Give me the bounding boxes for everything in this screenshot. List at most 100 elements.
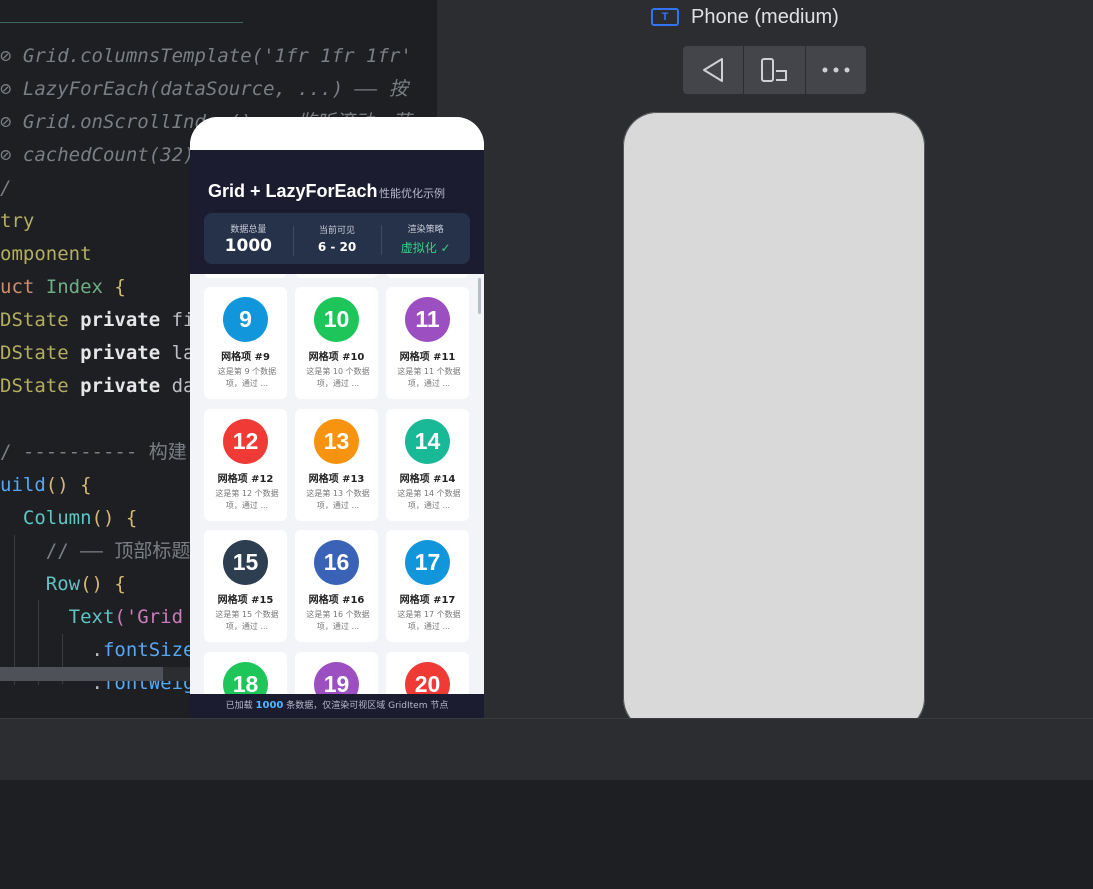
phone-frame [623,112,925,732]
grid-item-number-badge: 10 [314,297,359,342]
code-token: omponent [0,243,92,265]
code-token: private [80,309,172,331]
code-line[interactable]: Column() { [0,502,137,535]
code-token: Index [45,276,115,298]
grid-item-description: 这是第 15 个数据项，通过 ... [215,610,279,631]
grid-item-number-badge: 16 [314,540,359,585]
grid-item-card[interactable]: 12 网格项 #12 这是第 12 个数据项，通过 ... [204,409,287,521]
grid-item-card[interactable]: 11 网格项 #11 这是第 11 个数据项，通过 ... [386,287,469,399]
code-line[interactable]: omponent [0,238,92,271]
grid-item-number-badge: 18 [223,662,268,694]
stat-visible: 当前可见 6 - 20 [292,223,382,256]
stat-total: 数据总量 1000 [204,222,293,256]
text-device-icon: T [651,8,679,26]
editor-divider-line [0,22,243,23]
code-token: DState [0,375,81,397]
grid-item-number-badge: 20 [405,662,450,694]
code-token: fontSize [102,639,195,661]
grid-item-number-badge: 17 [405,540,450,585]
grid-item-card[interactable]: 20 [386,652,469,694]
app-subtitle: 性能优化示例 [379,187,445,200]
bottom-tool-bar [0,718,1093,780]
code-token: { [114,276,126,298]
grid-item-card[interactable]: 9 网格项 #9 这是第 9 个数据项，通过 ... [204,287,287,399]
previewer-panel: T Phone (medium) [437,0,1093,732]
stat-label: 数据总量 [230,224,267,235]
more-button[interactable] [806,46,866,94]
grid-item-name: 网格项 #12 [217,474,274,485]
grid-item-name: 网格项 #9 [221,352,270,363]
code-line[interactable]: uct Index { [0,271,126,304]
code-token: () { [91,507,138,529]
code-token: ⊘ Grid.columnsTemplate('1fr 1fr 1fr' [0,45,412,67]
grid-item-card-partial[interactable] [386,274,469,278]
rotate-device-button[interactable] [744,46,806,94]
editor-horizontal-scrollbar-thumb[interactable] [0,667,163,681]
grid-item-number-badge: 9 [223,297,268,342]
grid-scrollbar[interactable] [478,278,481,314]
code-line[interactable]: try [0,205,34,238]
grid-item-number-badge: 19 [314,662,359,694]
triangle-back-icon [703,58,724,82]
code-token: () { [80,573,126,595]
rotate-device-icon [761,58,788,82]
grid-item-name: 网格项 #15 [217,595,274,606]
grid-item-number-badge: 14 [405,419,450,464]
code-token: / [0,177,12,199]
previewer-device-name: Phone (medium) [691,5,839,28]
stat-value: 1000 [224,235,272,256]
code-token: uild [0,474,46,496]
footer-suffix: 条数据，仅渲染可视区域 GridItem 节点 [283,701,449,711]
grid-item-card[interactable]: 18 [204,652,287,694]
stat-strategy: 渲染策略 虚拟化 ✓ [381,222,470,256]
code-token: try [0,210,35,232]
grid-item-card[interactable]: 10 网格项 #10 这是第 10 个数据项，通过 ... [295,287,378,399]
phone-screen[interactable]: Grid + LazyForEach 性能优化示例 数据总量 1000 当前可见… [190,117,484,718]
grid-item-name: 网格项 #16 [308,595,365,606]
code-token: uct [0,276,46,298]
grid-item-name: 网格项 #11 [399,352,456,363]
stat-value: 虚拟化 ✓ [400,240,451,255]
stat-label: 当前可见 [319,226,356,236]
grid-item-card-partial[interactable] [204,274,287,278]
code-token: Row [45,573,81,595]
grid[interactable]: 9 网格项 #9 这是第 9 个数据项，通过 ... 10 网格项 #10 这是第 10 … [190,274,484,694]
code-token: Column [22,507,92,529]
more-dots-icon [822,67,850,73]
code-line[interactable]: ⊘ Grid.columnsTemplate('1fr 1fr 1fr' [0,40,412,73]
grid-item-name: 网格项 #13 [308,474,365,485]
grid-item-number-badge: 11 [405,297,450,342]
grid-item-description: 这是第 10 个数据项，通过 ... [306,367,370,388]
grid-item-card-partial[interactable] [295,274,378,278]
grid-item-card[interactable]: 17 网格项 #17 这是第 17 个数据项，通过 ... [386,530,469,642]
code-line[interactable]: uild() { [0,469,92,502]
grid-item-name: 网格项 #17 [399,595,456,606]
previewer-toolbar [683,46,866,94]
grid-item-card[interactable]: 15 网格项 #15 这是第 15 个数据项，通过 ... [204,530,287,642]
back-button[interactable] [683,46,745,94]
code-token: () { [45,474,92,496]
code-token: private [80,342,172,364]
stat-label: 渲染策略 [407,224,444,235]
footer-count: 1000 [255,700,284,711]
grid-item-card[interactable]: 16 网格项 #16 这是第 16 个数据项，通过 ... [295,530,378,642]
grid-item-card[interactable]: 14 网格项 #14 这是第 14 个数据项，通过 ... [386,409,469,521]
code-token: Text [68,606,115,628]
code-line[interactable]: / [0,172,11,205]
footer-prefix: 已加载 [225,701,256,711]
grid-item-name: 网格项 #14 [399,474,456,485]
status-bar [190,117,484,150]
code-line[interactable]: ⊘ LazyForEach(dataSource, ...) —— 按 [0,73,408,106]
code-token: private [80,375,172,397]
grid-item-card[interactable]: 19 [295,652,378,694]
indent-guide [14,535,15,685]
code-line[interactable]: Row() { [0,568,126,601]
grid-item-description: 这是第 16 个数据项，通过 ... [306,610,370,631]
grid-item-card[interactable]: 13 网格项 #13 这是第 13 个数据项，通过 ... [295,409,378,521]
grid-item-description: 这是第 14 个数据项，通过 ... [397,489,461,510]
grid-item-description: 这是第 12 个数据项，通过 ... [215,489,279,510]
stat-value: 6 - 20 [317,240,357,254]
code-token: DState [0,342,81,364]
